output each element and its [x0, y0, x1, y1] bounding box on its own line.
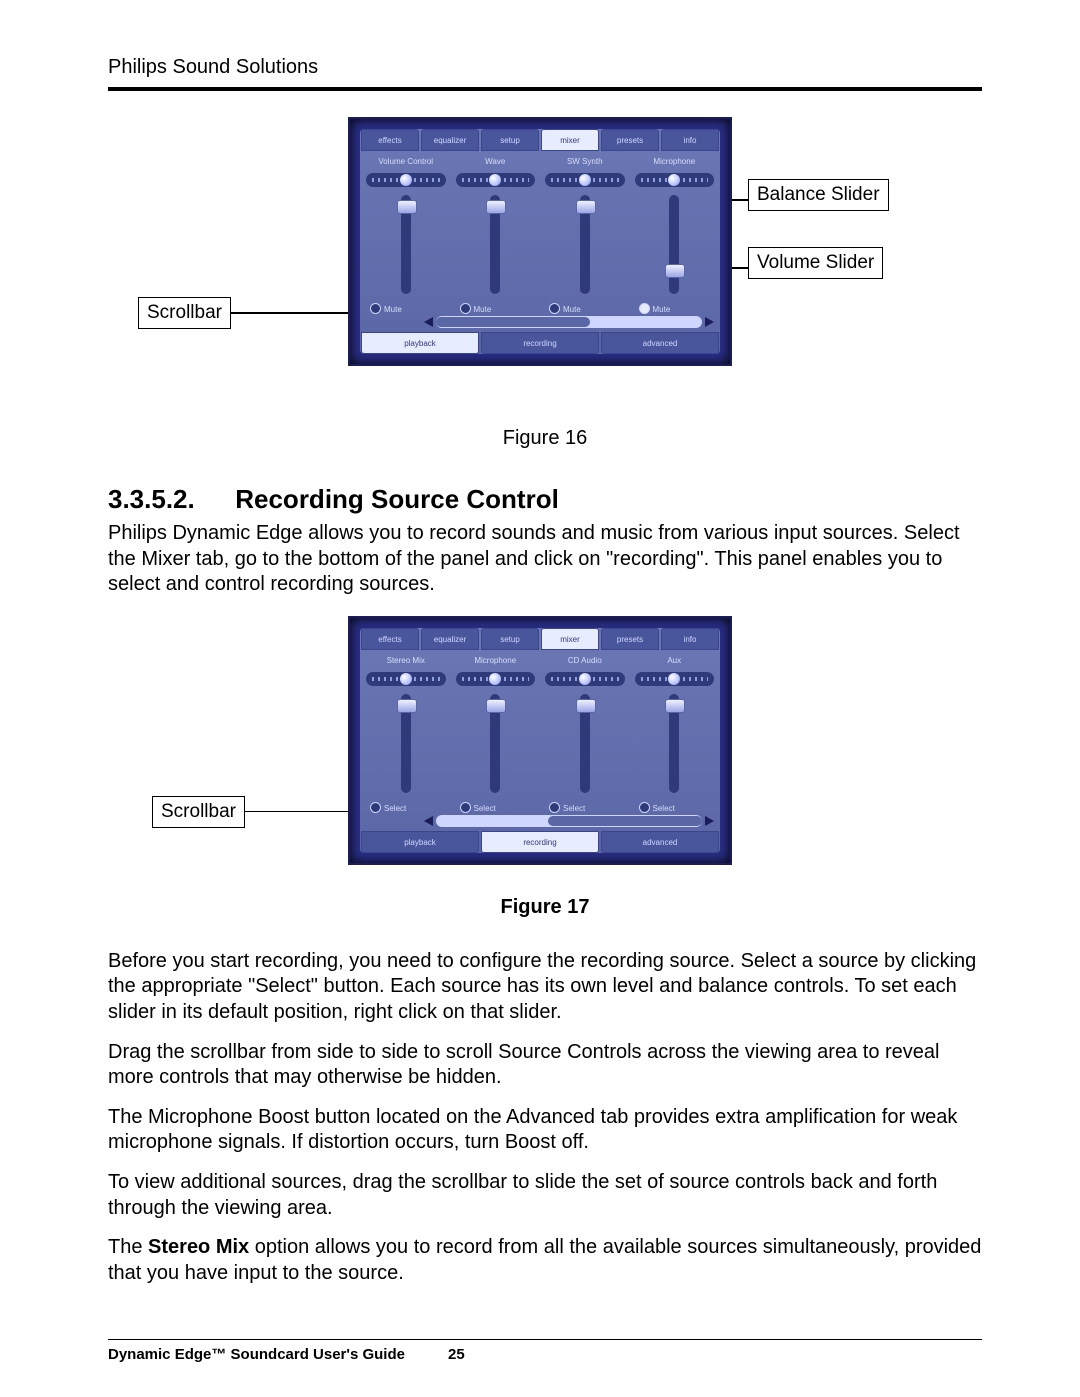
top-tabs-16: effectsequalizersetupmixerpresetsinfo: [360, 129, 720, 151]
footer-page: 25: [448, 1346, 465, 1363]
tab-setup[interactable]: setup: [481, 628, 539, 650]
tab-presets[interactable]: presets: [601, 628, 659, 650]
channel-label: Volume Control: [364, 155, 448, 169]
running-head: Philips Sound Solutions: [108, 56, 982, 79]
scroll-left-icon[interactable]: [424, 816, 433, 826]
paragraph-4: To view additional sources, drag the scr…: [108, 1170, 982, 1221]
header-rule: [108, 87, 982, 91]
volume-slider[interactable]: [490, 694, 500, 793]
channel-stereo-mix: Stereo Mix Select: [364, 654, 448, 813]
figure-16-caption: Figure 16: [108, 427, 982, 450]
balance-slider[interactable]: [545, 672, 625, 686]
scroll-right-icon[interactable]: [705, 816, 714, 826]
tab-info[interactable]: info: [661, 628, 719, 650]
tab-recording[interactable]: recording: [481, 831, 599, 853]
section-intro: Philips Dynamic Edge allows you to recor…: [108, 521, 982, 598]
channel-cd-audio: CD Audio Select: [543, 654, 627, 813]
figure-16: Scrollbar Balance Slider Volume Slider e…: [108, 117, 982, 417]
hscroll-17[interactable]: [436, 815, 702, 827]
mixer-panel-17: effectsequalizersetupmixerpresetsinfo St…: [348, 616, 732, 865]
volume-slider[interactable]: [669, 694, 679, 793]
figure-17: Scrollbar effectsequalizersetupmixerpres…: [108, 616, 982, 886]
tab-mixer[interactable]: mixer: [541, 628, 599, 650]
callout-volume-slider: Volume Slider: [748, 247, 883, 279]
channel-microphone: Microphone Mute: [633, 155, 717, 314]
channel-label: Microphone: [633, 155, 717, 169]
section-title: Recording Source Control: [235, 484, 559, 514]
scroll-thumb-17[interactable]: [548, 816, 702, 826]
top-tabs-17: effectsequalizersetupmixerpresetsinfo: [360, 628, 720, 650]
callout-balance-slider: Balance Slider: [748, 179, 889, 211]
balance-slider[interactable]: [366, 672, 446, 686]
page-footer: Dynamic Edge™ Soundcard User's Guide 25: [108, 1339, 982, 1363]
paragraph-3: The Microphone Boost button located on t…: [108, 1105, 982, 1156]
volume-slider[interactable]: [580, 694, 590, 793]
volume-slider[interactable]: [490, 195, 500, 294]
tab-advanced[interactable]: advanced: [601, 831, 719, 853]
section-heading: 3.3.5.2. Recording Source Control: [108, 484, 982, 515]
channel-label: Stereo Mix: [364, 654, 448, 668]
balance-slider[interactable]: [456, 672, 536, 686]
volume-slider[interactable]: [580, 195, 590, 294]
select-button[interactable]: Select: [454, 802, 538, 813]
channel-microphone: Microphone Select: [454, 654, 538, 813]
callout-scrollbar-17: Scrollbar: [152, 796, 245, 828]
mute-button[interactable]: Mute: [454, 303, 538, 314]
select-button[interactable]: Select: [364, 802, 448, 813]
scroll-thumb-16[interactable]: [436, 317, 590, 327]
tab-advanced[interactable]: advanced: [601, 332, 719, 354]
volume-slider[interactable]: [401, 195, 411, 294]
volume-slider[interactable]: [401, 694, 411, 793]
channel-sw-synth: SW Synth Mute: [543, 155, 627, 314]
tab-setup[interactable]: setup: [481, 129, 539, 151]
tab-presets[interactable]: presets: [601, 129, 659, 151]
hscroll-16[interactable]: [436, 316, 702, 328]
bottom-tabs-16: playbackrecordingadvanced: [360, 332, 720, 354]
channel-label: SW Synth: [543, 155, 627, 169]
mute-button[interactable]: Mute: [364, 303, 448, 314]
channel-label: Microphone: [454, 654, 538, 668]
channel-wave: Wave Mute: [454, 155, 538, 314]
paragraph-1: Before you start recording, you need to …: [108, 949, 982, 1026]
scroll-left-icon[interactable]: [424, 317, 433, 327]
tab-info[interactable]: info: [661, 129, 719, 151]
select-button[interactable]: Select: [543, 802, 627, 813]
mixer-panel-16: effectsequalizersetupmixerpresetsinfo Vo…: [348, 117, 732, 366]
section-number: 3.3.5.2.: [108, 484, 228, 515]
scroll-right-icon[interactable]: [705, 317, 714, 327]
bottom-tabs-17: playbackrecordingadvanced: [360, 831, 720, 853]
balance-slider[interactable]: [635, 672, 715, 686]
channels-16: Volume ControlMuteWaveMuteSW SynthMuteMi…: [364, 155, 716, 314]
mute-button[interactable]: Mute: [633, 303, 717, 314]
tab-effects[interactable]: effects: [361, 628, 419, 650]
paragraph-5: The Stereo Mix option allows you to reco…: [108, 1235, 982, 1286]
tab-recording[interactable]: recording: [481, 332, 599, 354]
volume-slider[interactable]: [669, 195, 679, 294]
balance-slider[interactable]: [366, 173, 446, 187]
p5-bold: Stereo Mix: [148, 1236, 249, 1258]
balance-slider[interactable]: [545, 173, 625, 187]
tab-equalizer[interactable]: equalizer: [421, 628, 479, 650]
p5-pre: The: [108, 1236, 148, 1258]
balance-slider[interactable]: [635, 173, 715, 187]
tab-playback[interactable]: playback: [361, 332, 479, 354]
figure-17-caption: Figure 17: [108, 896, 982, 919]
balance-slider[interactable]: [456, 173, 536, 187]
paragraph-2: Drag the scrollbar from side to side to …: [108, 1040, 982, 1091]
tab-effects[interactable]: effects: [361, 129, 419, 151]
tab-mixer[interactable]: mixer: [541, 129, 599, 151]
channels-17: Stereo MixSelectMicrophoneSelectCD Audio…: [364, 654, 716, 813]
channel-volume-control: Volume Control Mute: [364, 155, 448, 314]
tab-playback[interactable]: playback: [361, 831, 479, 853]
tab-equalizer[interactable]: equalizer: [421, 129, 479, 151]
callout-scrollbar-16: Scrollbar: [138, 297, 231, 329]
channel-label: Aux: [633, 654, 717, 668]
channel-label: Wave: [454, 155, 538, 169]
channel-aux: Aux Select: [633, 654, 717, 813]
footer-title: Dynamic Edge™ Soundcard User's Guide: [108, 1346, 448, 1363]
channel-label: CD Audio: [543, 654, 627, 668]
mute-button[interactable]: Mute: [543, 303, 627, 314]
select-button[interactable]: Select: [633, 802, 717, 813]
